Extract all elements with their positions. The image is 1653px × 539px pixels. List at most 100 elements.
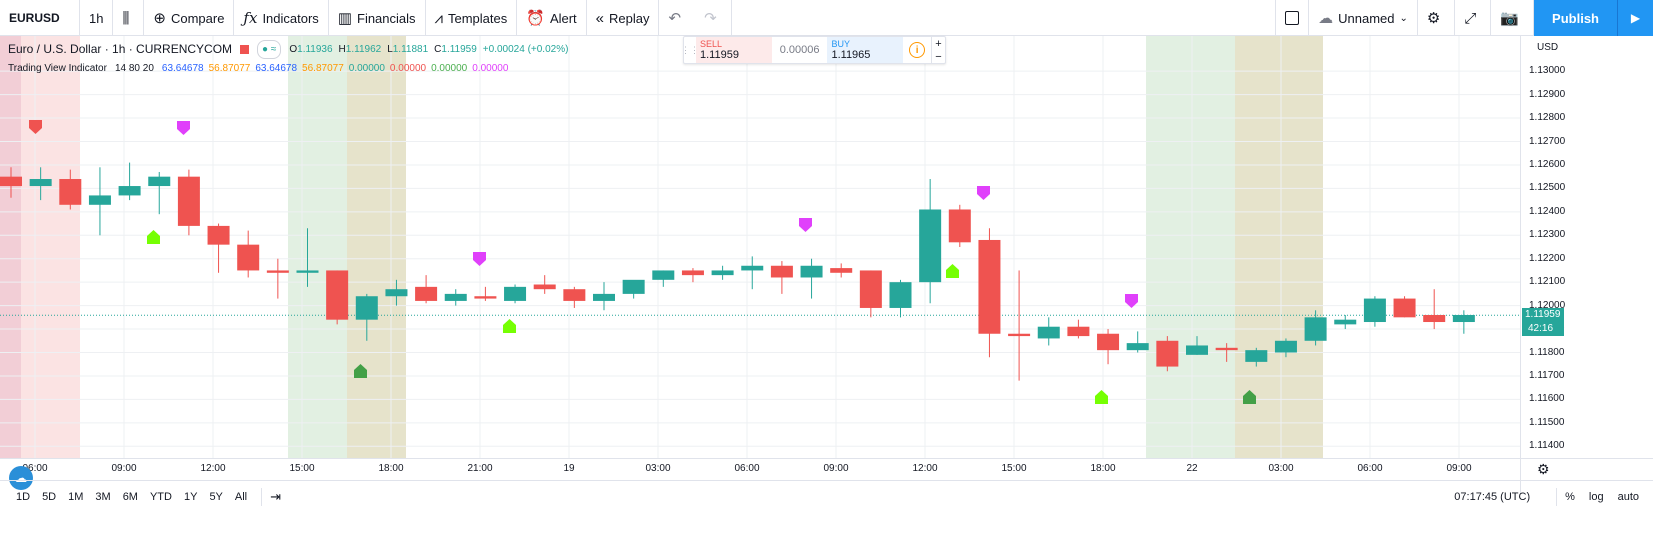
price-tick-label: 1.12500 — [1529, 182, 1566, 194]
snapshot-button[interactable]: 📷 — [1491, 0, 1535, 36]
time-tick-label: 18:00 — [1090, 463, 1116, 474]
indicator-params: 14 80 20 — [114, 62, 154, 74]
candle — [415, 275, 438, 304]
symbol-search-button[interactable]: EURUSD — [0, 0, 80, 36]
rewind-icon: « — [595, 9, 605, 27]
replay-button[interactable]: «Replay — [587, 0, 660, 36]
info-button[interactable]: i — [903, 37, 931, 63]
price-scale[interactable]: USD 1.13000 1.12900 1.12800 1.12700 1.12600 1… — [1520, 36, 1653, 494]
chart-type-button[interactable]: ⫼ — [113, 0, 145, 36]
session-band-green-2 — [1146, 36, 1235, 458]
fx-icon: ƒx — [243, 9, 258, 27]
layout-menu-button[interactable]: ☁ Unnamed ⌄ — [1309, 0, 1418, 36]
price-tick-label: 1.11800 — [1529, 346, 1565, 358]
buy-button[interactable]: BUY 1.11965 — [827, 37, 904, 63]
symbol-title: Euro / U.S. Dollar · 1h · CURRENCYCOM — [8, 42, 233, 56]
expand-icon: ⤢ — [1464, 9, 1477, 27]
range-button[interactable]: YTD — [144, 491, 178, 503]
candle — [1334, 314, 1357, 330]
play-button[interactable]: ▶ — [1617, 0, 1653, 36]
candle — [1156, 336, 1179, 372]
percent-toggle[interactable]: % — [1565, 491, 1575, 503]
undo-button[interactable]: ↶ — [659, 0, 695, 36]
range-button[interactable]: 1M — [62, 491, 89, 503]
candle-body — [296, 270, 319, 273]
candle-body — [978, 239, 1001, 334]
symbol-legend-row[interactable]: Euro / U.S. Dollar · 1h · CURRENCYCOM ● … — [8, 40, 574, 59]
candle-body — [652, 270, 675, 280]
compare-button[interactable]: ⊕ Compare — [144, 0, 235, 36]
publish-button[interactable]: Publish — [1534, 0, 1617, 36]
settings-button[interactable]: ⚙ — [1418, 0, 1456, 36]
candlestick-chart[interactable] — [0, 36, 1520, 458]
alert-button[interactable]: ⏰ Alert — [517, 0, 587, 36]
drag-handle-icon[interactable]: ⋮⋮ — [681, 37, 699, 63]
candle-body — [1008, 333, 1031, 337]
price-tick-label: 1.11700 — [1529, 369, 1565, 381]
candle — [266, 258, 289, 299]
flag-icon[interactable] — [240, 45, 250, 54]
price-tick-label: 1.12300 — [1529, 229, 1566, 241]
sell-button[interactable]: SELL 1.11959 — [696, 37, 772, 63]
range-button[interactable]: 1D — [10, 491, 36, 503]
alarm-clock-icon: ⏰ — [526, 10, 545, 27]
fullscreen-button[interactable]: ⤢ — [1455, 0, 1492, 36]
divider — [1556, 488, 1558, 506]
candle — [859, 270, 882, 318]
range-button[interactable]: 1Y — [178, 491, 203, 503]
range-button[interactable]: 5D — [36, 491, 62, 503]
chart-pane[interactable]: 06:00 09:00 12:00 15:00 18:00 21:00 19 03:00 06:… — [0, 36, 1520, 494]
time-tick-label: 06:00 — [734, 463, 760, 474]
range-button[interactable]: All — [229, 491, 253, 503]
alert-label: Alert — [549, 10, 577, 26]
log-toggle[interactable]: log — [1589, 491, 1604, 503]
axis-settings-button[interactable]: ⚙ — [1520, 458, 1653, 480]
price-tick-label: 1.12100 — [1529, 276, 1566, 288]
range-button[interactable]: 3M — [89, 491, 116, 503]
session-backgrounds — [0, 36, 1323, 458]
indicator-legend-row[interactable]: Trading View Indicator 14 80 20 63.64678… — [8, 59, 574, 77]
candle-body — [1037, 326, 1060, 339]
goto-date-icon[interactable]: ⇥ — [270, 489, 281, 505]
redo-icon: ↷ — [704, 10, 717, 27]
candle-body — [207, 225, 230, 245]
bottom-right: 07:17:45 (UTC) % log auto — [1454, 488, 1653, 506]
candle-body — [118, 186, 141, 196]
time-tick-label: 21:00 — [467, 463, 493, 474]
candle — [237, 230, 260, 278]
candle-body — [1186, 345, 1208, 355]
market-status-icon[interactable]: ● ≈ — [257, 40, 282, 59]
indicators-button[interactable]: ƒx Indicators — [234, 0, 329, 36]
price-unit: USD — [1537, 42, 1559, 53]
candle-body — [1245, 350, 1268, 362]
candle-body — [415, 286, 438, 301]
quantity-stepper[interactable]: + − — [931, 37, 945, 63]
time-axis[interactable]: 06:00 09:00 12:00 15:00 18:00 21:00 19 03:00 06:… — [0, 458, 1520, 480]
candle-body — [326, 270, 349, 320]
utc-clock[interactable]: 07:17:45 (UTC) — [1454, 491, 1530, 503]
auto-toggle[interactable]: auto — [1618, 491, 1639, 503]
tradingview-app: EURUSD 1h ⫼ ⊕ Compare ƒx Indicators ▥ Finan… — [0, 0, 1653, 539]
interval-button[interactable]: 1h — [80, 0, 114, 36]
price-tick-label: 1.12400 — [1529, 205, 1566, 217]
candle — [1452, 310, 1475, 334]
spread-value: 0.00006 — [779, 44, 820, 56]
plus-icon[interactable]: + — [935, 38, 941, 50]
candle-body — [919, 209, 942, 283]
fullscreen-toggle[interactable] — [1275, 0, 1310, 36]
indicator-value: 56.87077 — [302, 63, 344, 74]
financials-button[interactable]: ▥ Financials — [329, 0, 426, 36]
range-button[interactable]: 6M — [117, 491, 144, 503]
range-button[interactable]: 5Y — [203, 491, 228, 503]
templates-button[interactable]: ⩘ Templates — [426, 0, 518, 36]
candle — [1126, 331, 1149, 353]
minus-icon[interactable]: − — [935, 51, 941, 63]
candle — [711, 265, 734, 280]
signal-marker-magenta — [977, 186, 990, 200]
candle-body — [533, 284, 556, 290]
time-tick-label: 12:00 — [200, 463, 226, 474]
templates-label: Templates — [448, 10, 508, 26]
redo-button[interactable]: ↷ — [695, 0, 732, 36]
candle — [622, 279, 645, 299]
time-tick-label: 15:00 — [1001, 463, 1027, 474]
